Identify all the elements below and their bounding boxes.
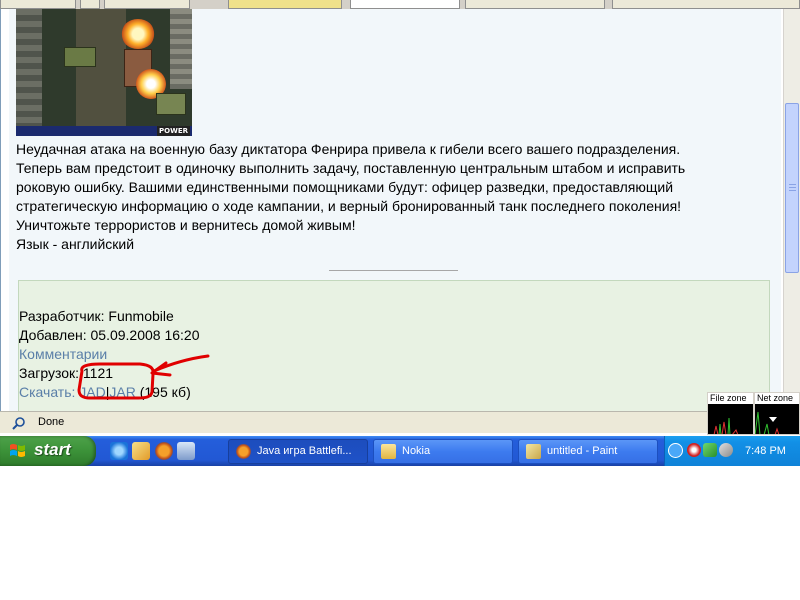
download-label: Скачать: [19, 384, 76, 400]
messenger-icon[interactable] [177, 442, 195, 460]
paint-icon [526, 444, 541, 459]
system-tray: 7:48 PM [664, 436, 800, 466]
file-zone-label: File zone [708, 393, 753, 404]
tab[interactable] [612, 0, 800, 9]
description-line: Уничтожьте террористов и вернитесь домой… [16, 217, 356, 233]
page-content: POWER Неудачная атака на военную базу ди… [9, 9, 781, 411]
download-row: Скачать: JAD|JAR (195 кб) [19, 383, 191, 402]
info-block: Разработчик: Funmobile Добавлен: 05.09.2… [18, 280, 770, 411]
taskbar-window-label: Java игра Battlefi... [257, 445, 352, 457]
description-line: стратегическую информацию о ходе кампани… [16, 198, 682, 214]
taskbar-window-firefox[interactable]: Java игра Battlefi... [228, 439, 368, 464]
start-label: start [34, 440, 71, 459]
description-line: Язык - английский [16, 236, 135, 252]
game-tank [64, 47, 96, 67]
power-badge: POWER [157, 126, 190, 136]
description-line: роковую ошибку. Вашими единственными пом… [16, 179, 674, 195]
scrollbar-thumb[interactable] [785, 103, 799, 273]
firefox-icon[interactable] [155, 442, 173, 460]
tab[interactable] [104, 0, 190, 9]
status-text: Done [38, 416, 65, 428]
tab-active[interactable] [350, 0, 460, 9]
jar-download-link[interactable]: JAR [109, 384, 135, 400]
browser-viewport: POWER Неудачная атака на военную базу ди… [0, 9, 800, 411]
jad-download-link[interactable]: JAD [79, 384, 105, 400]
tab[interactable] [0, 0, 76, 9]
file-zone-meter: File zone [707, 392, 754, 435]
developer-text: Разработчик: Funmobile [19, 308, 174, 324]
internet-explorer-icon[interactable] [110, 442, 128, 460]
taskbar-window-label: untitled - Paint [547, 445, 618, 457]
firefox-icon [236, 444, 251, 459]
game-terrain [170, 9, 192, 89]
net-zone-label: Net zone [755, 393, 799, 404]
browser-tab-strip [0, 0, 800, 9]
vertical-scrollbar[interactable] [783, 9, 800, 411]
chevron-left-icon[interactable] [668, 443, 683, 458]
network-icon[interactable] [703, 443, 717, 457]
downloads-count: Загрузок: 1121 [19, 365, 114, 381]
game-screenshot: POWER [16, 9, 192, 136]
folder-icon [381, 444, 396, 459]
game-tank [156, 93, 186, 115]
tab[interactable] [465, 0, 605, 9]
update-icon[interactable] [719, 443, 733, 457]
description-line: Теперь вам предстоит в одиночку выполнит… [16, 160, 686, 176]
file-size: (195 кб) [139, 384, 191, 400]
windows-taskbar: start Java игра Battlefi... Nokia untitl… [0, 436, 800, 466]
taskbar-window-paint[interactable]: untitled - Paint [518, 439, 658, 464]
added-date-text: Добавлен: 05.09.2008 16:20 [19, 327, 200, 343]
net-zone-meter: Net zone [754, 392, 800, 435]
start-button[interactable]: start [0, 436, 96, 466]
game-terrain [16, 9, 42, 136]
windows-logo-icon [10, 444, 25, 457]
dropdown-arrow-icon[interactable] [769, 417, 777, 422]
file-zone-graph [713, 417, 739, 434]
game-explosion [121, 19, 155, 49]
taskbar-window-label: Nokia [402, 445, 431, 457]
taskbar-window-nokia[interactable]: Nokia [373, 439, 513, 464]
game-road [76, 9, 126, 136]
description-line: Неудачная атака на военную базу диктатор… [16, 141, 681, 157]
status-bar: Done [0, 411, 800, 433]
net-zone-graph [755, 411, 780, 434]
tab[interactable] [228, 0, 342, 9]
mail-icon[interactable] [132, 442, 150, 460]
game-description: Неудачная атака на военную базу диктатор… [16, 140, 776, 254]
comments-link[interactable]: Комментарии [19, 345, 107, 364]
antivirus-icon[interactable] [687, 443, 701, 457]
divider [329, 270, 458, 271]
clock: 7:48 PM [745, 445, 786, 457]
tab[interactable] [80, 0, 100, 9]
game-hud: POWER [16, 126, 192, 136]
magnifier-icon [12, 417, 25, 430]
